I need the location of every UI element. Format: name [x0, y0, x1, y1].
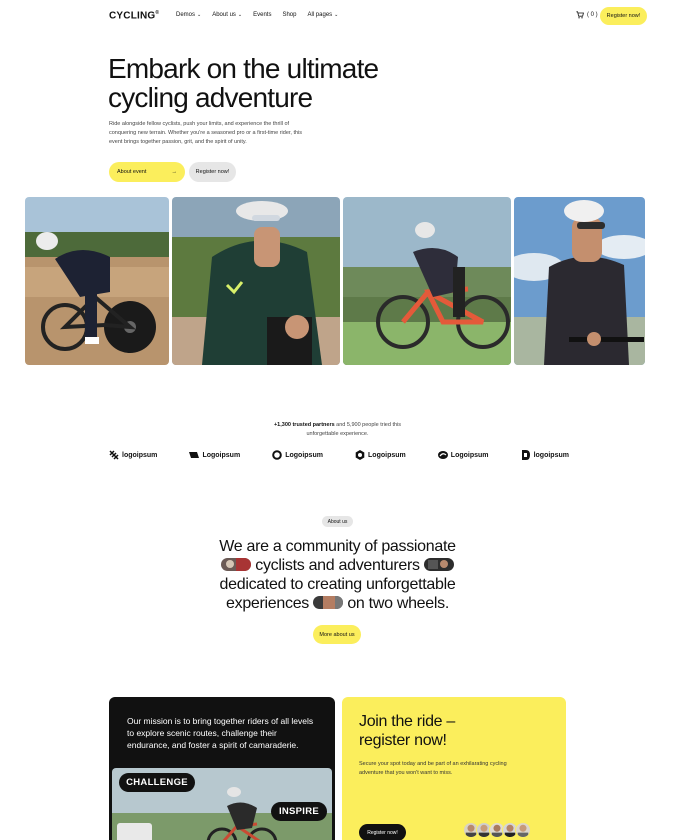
partner-logos: logoipsum Logoipsum Logoipsum Logoipsum …	[109, 450, 569, 460]
menu-item-all-pages[interactable]: All pages ⌄	[307, 12, 338, 18]
join-card: Join the ride – register now! Secure you…	[342, 697, 566, 840]
inline-photo-pill	[221, 558, 252, 571]
logoipsum-mark-icon	[521, 450, 530, 460]
top-nav: CYCLING® Demos ⌄ About us ⌄ Events Shop Al…	[0, 0, 675, 32]
inspire-tag: INSPIRE	[271, 802, 327, 821]
more-about-us-button[interactable]: More about us	[313, 625, 361, 644]
hero-photo-2	[172, 197, 340, 365]
hero-photo-1	[25, 197, 169, 365]
arrow-right-icon: →	[171, 169, 178, 175]
register-button[interactable]: Register now!	[600, 7, 647, 25]
menu-item-demos[interactable]: Demos ⌄	[176, 12, 201, 18]
inline-photo-pill	[313, 596, 344, 609]
logoipsum-mark-icon	[189, 452, 200, 458]
menu-item-shop[interactable]: Shop	[282, 12, 296, 18]
menu-item-events[interactable]: Events	[253, 12, 271, 18]
avatar	[515, 822, 531, 838]
challenge-tag: CHALLENGE	[119, 773, 195, 792]
cart-icon	[576, 11, 584, 19]
inline-photo-pill	[423, 558, 454, 571]
avatar-group	[463, 822, 531, 838]
partner-logo: Logoipsum	[355, 450, 406, 460]
main-menu: Demos ⌄ About us ⌄ Events Shop All pages ⌄	[176, 12, 338, 18]
logoipsum-mark-icon	[437, 451, 448, 459]
chevron-down-icon: ⌄	[334, 12, 339, 18]
join-register-button[interactable]: Register now!	[359, 824, 406, 840]
partner-logo: logoipsum	[521, 450, 569, 460]
menu-item-about-us[interactable]: About us ⌄	[212, 12, 242, 18]
logoipsum-mark-icon	[355, 450, 365, 460]
hero-photo-4	[514, 197, 645, 365]
hero-title: Embark on the ultimate cycling adventure	[108, 53, 379, 113]
chevron-down-icon: ⌄	[197, 12, 202, 18]
partner-logo: Logoipsum	[272, 450, 323, 460]
chevron-down-icon: ⌄	[237, 12, 243, 18]
partner-logo: logoipsum	[109, 450, 157, 460]
register-now-button[interactable]: Register now!	[189, 162, 236, 182]
about-us-badge: About us	[322, 516, 353, 527]
join-description: Secure your spot today and be part of an…	[359, 761, 507, 776]
site-logo[interactable]: CYCLING®	[109, 10, 159, 21]
trust-text: +1,300 trusted partners and 5,900 people…	[273, 422, 402, 437]
cart-button[interactable]: ( 0 )	[576, 11, 598, 19]
mission-text: Our mission is to bring together riders …	[127, 716, 314, 750]
logoipsum-mark-icon	[109, 450, 119, 460]
mission-photo: CHALLENGE INSPIRE	[112, 768, 332, 840]
mission-card: Our mission is to bring together riders …	[109, 697, 335, 840]
hero-description: Ride alongside fellow cyclists, push you…	[109, 121, 303, 145]
about-statement: We are a community of passionate cyclist…	[219, 538, 456, 612]
partner-logo: Logoipsum	[189, 450, 240, 460]
partner-logo: Logoipsum	[437, 450, 489, 460]
cart-count: ( 0 )	[587, 12, 598, 18]
about-event-button[interactable]: About event →	[109, 162, 185, 182]
hero-photo-3	[343, 197, 511, 365]
join-title: Join the ride – register now!	[359, 713, 456, 749]
logoipsum-mark-icon	[272, 450, 283, 460]
